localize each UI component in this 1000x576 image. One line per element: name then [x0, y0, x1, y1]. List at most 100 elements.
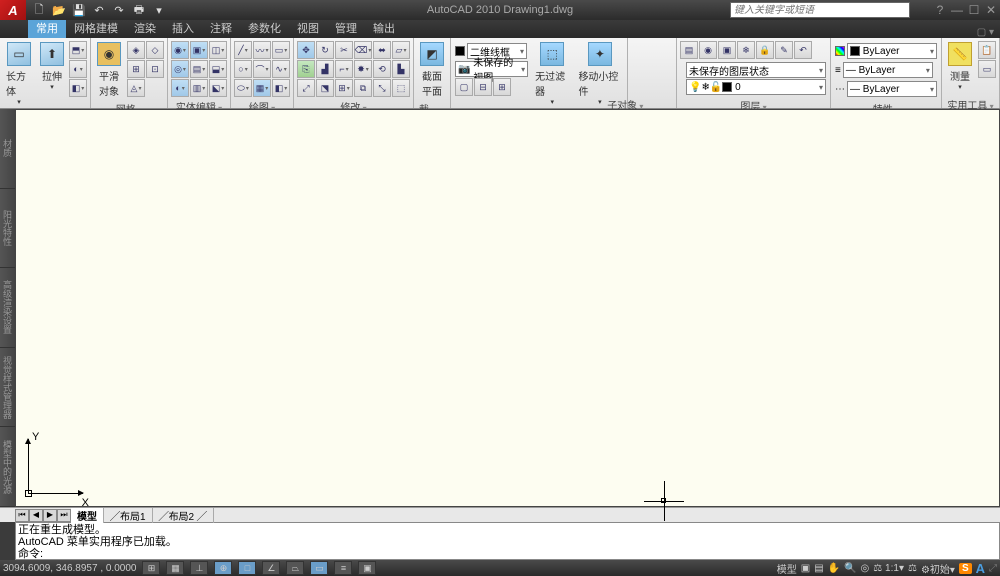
tab-manage[interactable]: 管理 — [327, 18, 365, 38]
move-icon[interactable]: ✥ — [297, 41, 315, 59]
tab-next-icon[interactable]: ▶ — [43, 509, 57, 522]
circle-icon[interactable]: ○ — [234, 60, 252, 78]
ducs-icon[interactable]: ⏢ — [286, 561, 304, 575]
dyn-icon[interactable]: ▭ — [310, 561, 328, 575]
vp-cfg-icon[interactable]: ⊞ — [493, 78, 511, 96]
undo-icon[interactable]: ↶ — [90, 2, 108, 18]
trim-icon[interactable]: ✂ — [335, 41, 353, 59]
tab-home[interactable]: 常用 — [28, 17, 66, 38]
palette-visualstyles[interactable]: 视觉样式管理器 — [0, 348, 15, 428]
3dmove-icon[interactable]: ⬌ — [373, 41, 391, 59]
layer-freeze-icon[interactable]: ❄ — [737, 41, 755, 59]
mesh-crease-icon[interactable]: ⊡ — [146, 60, 164, 78]
panel-label[interactable]: 图层 — [679, 97, 828, 109]
layer-match-icon[interactable]: ✎ — [775, 41, 793, 59]
tab-first-icon[interactable]: ⏮ — [15, 509, 29, 522]
revolve-icon[interactable]: ◐ — [69, 60, 87, 78]
search-input[interactable] — [731, 3, 909, 17]
layer-lock-icon[interactable]: 🔒 — [756, 41, 774, 59]
new-icon[interactable]: 🗋 — [30, 2, 48, 18]
ribbon-min-icon[interactable]: ▢ ▾ — [971, 27, 1000, 38]
prop-color-icon[interactable] — [835, 46, 845, 56]
help-icon[interactable]: ? — [933, 3, 947, 17]
linetype-combo[interactable]: — ByLayer▾ — [847, 81, 937, 97]
anno-vis-icon[interactable]: ⚖ — [908, 563, 917, 574]
print-icon[interactable]: 🖶 — [130, 2, 148, 18]
grid-icon[interactable]: ▦ — [166, 561, 184, 575]
layout1-tab[interactable]: ╱布局1 — [104, 508, 153, 523]
paste-icon[interactable]: 📋 — [978, 41, 996, 59]
vp-join-icon[interactable]: ⊟ — [474, 78, 492, 96]
arc-icon[interactable]: ⌒ — [253, 60, 271, 78]
explode-icon[interactable]: ✸ — [354, 60, 372, 78]
stretch-icon[interactable]: ⤢ — [297, 79, 315, 97]
scale-icon[interactable]: ⬔ — [316, 79, 334, 97]
copy-icon[interactable]: ⎘ — [297, 60, 315, 78]
qat-dropdown-icon[interactable]: ▾ — [150, 2, 168, 18]
infocenter-search[interactable] — [730, 2, 910, 18]
union-icon[interactable]: ◉ — [171, 41, 189, 59]
tab-annotate[interactable]: 注释 — [202, 18, 240, 38]
tab-view[interactable]: 视图 — [289, 18, 327, 38]
filter-button[interactable]: ⬚无过滤器▾ — [531, 40, 573, 108]
layer-iso-icon[interactable]: ▣ — [718, 41, 736, 59]
tab-last-icon[interactable]: ⏭ — [57, 509, 71, 522]
lineweight-icon[interactable]: ≡ — [835, 65, 841, 76]
snap-icon[interactable]: ⊞ — [142, 561, 160, 575]
subtract-icon[interactable]: ◎ — [171, 60, 189, 78]
anno-scale[interactable]: ⚖ 1:1▾ — [873, 563, 904, 574]
extrude-face-icon[interactable]: ▣ — [190, 41, 208, 59]
maximize-icon[interactable]: ☐ — [967, 3, 981, 17]
linetype-icon[interactable]: ⋯ — [835, 84, 845, 95]
command-line[interactable]: 正在重生成模型。 AutoCAD 菜单实用程序已加载。 命令: — [15, 522, 1000, 560]
pan-icon[interactable]: ✋ — [828, 563, 840, 574]
measure-button[interactable]: 📏测量▾ — [944, 40, 976, 93]
rect-icon[interactable]: ▭ — [272, 41, 290, 59]
palette-sun[interactable]: 阳光特性 — [0, 189, 15, 269]
coordinates[interactable]: 3094.6009, 346.8957 , 0.0000 — [3, 563, 136, 574]
panel-label[interactable]: 子对象 — [600, 96, 650, 108]
layout2-tab[interactable]: ╱布局2 ╱ — [153, 508, 214, 523]
array-icon[interactable]: ⊞ — [335, 79, 353, 97]
tab-insert[interactable]: 插入 — [164, 18, 202, 38]
3dscale-icon[interactable]: ⤡ — [373, 79, 391, 97]
3darray-icon[interactable]: ⬚ — [392, 79, 410, 97]
qp-icon[interactable]: ▣ — [358, 561, 376, 575]
presspull-icon[interactable]: ◧ — [69, 79, 87, 97]
lwt-icon[interactable]: ≡ — [334, 561, 352, 575]
line-icon[interactable]: ╱ — [234, 41, 252, 59]
osnap-icon[interactable]: □ — [238, 561, 256, 575]
mesh-more-icon[interactable]: ◈ — [127, 41, 145, 59]
layer-state-combo[interactable]: 未保存的图层状态▾ — [686, 62, 826, 78]
erase-icon[interactable]: ⌫ — [354, 41, 372, 59]
qv-drawings-icon[interactable]: ▤ — [814, 563, 823, 574]
qv-layouts-icon[interactable]: ▣ — [801, 563, 810, 574]
shell-icon[interactable]: ◫ — [209, 41, 227, 59]
color-combo[interactable]: ByLayer▾ — [847, 43, 937, 59]
minimize-icon[interactable]: — — [950, 3, 964, 17]
layer-prev-icon[interactable]: ↶ — [794, 41, 812, 59]
model-tab[interactable]: 模型 — [71, 508, 104, 523]
vp-single-icon[interactable]: ▢ — [455, 78, 473, 96]
select-icon[interactable]: ▭ — [978, 60, 996, 78]
tab-render[interactable]: 渲染 — [126, 18, 164, 38]
hatch-icon[interactable]: ▦ — [253, 79, 271, 97]
3drotate-icon[interactable]: ⟲ — [373, 60, 391, 78]
cleanscreen-icon[interactable]: ⤢ — [989, 563, 997, 574]
mesh-refine-icon[interactable]: ⊞ — [127, 60, 145, 78]
open-icon[interactable]: 📂 — [50, 2, 68, 18]
ortho-icon[interactable]: ⊥ — [190, 561, 208, 575]
workspace-switch[interactable]: ⚙初始▾ — [921, 561, 955, 576]
save-icon[interactable]: 💾 — [70, 2, 88, 18]
extrude-button[interactable]: ⬆拉伸▾ — [37, 40, 67, 93]
palette-lights[interactable]: 模型中的光源 — [0, 427, 15, 507]
taper-face-icon[interactable]: ▤ — [190, 60, 208, 78]
ellipse-icon[interactable]: ⬭ — [234, 79, 252, 97]
mesh-convert-icon[interactable]: ◬ — [127, 79, 145, 97]
section-plane-button[interactable]: ◩截面 平面 — [416, 40, 448, 100]
mirror-icon[interactable]: ▟ — [316, 60, 334, 78]
drawing-area[interactable] — [15, 109, 1000, 507]
close-icon[interactable]: ✕ — [984, 3, 998, 17]
zoom-icon[interactable]: 🔍 — [844, 563, 856, 574]
fillet-icon[interactable]: ⌐ — [335, 60, 353, 78]
